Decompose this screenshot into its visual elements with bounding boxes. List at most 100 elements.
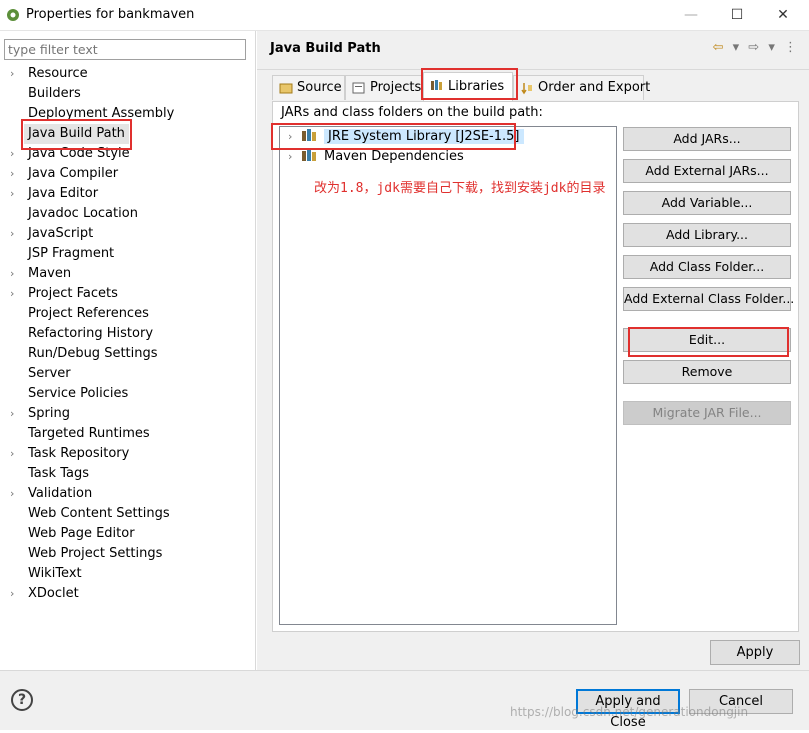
tree-item-label: XDoclet	[28, 586, 79, 601]
tree-item[interactable]: Javadoc Location	[28, 204, 138, 224]
tree-item[interactable]: Refactoring History	[28, 324, 153, 344]
order-export-icon	[521, 83, 532, 95]
title-bar: Properties for bankmaven — ☐ ✕	[0, 0, 809, 31]
java-build-path-panel: Java Build Path ⇦ ▾ ⇨ ▾ ⋮ Source Project…	[257, 31, 809, 670]
tree-item-label: Task Tags	[28, 466, 89, 481]
chevron-right-icon[interactable]: ›	[288, 147, 302, 167]
page-title: Java Build Path	[270, 41, 381, 56]
tree-item[interactable]: Web Page Editor	[28, 524, 135, 544]
tree-item[interactable]: › Java Editor	[10, 184, 99, 204]
chevron-right-icon[interactable]: ›	[10, 184, 22, 204]
chevron-right-icon[interactable]: ›	[10, 224, 22, 244]
chevron-right-icon[interactable]: ›	[10, 64, 22, 84]
migrate-jar-button[interactable]: Migrate JAR File...	[623, 401, 791, 425]
highlight-box-libraries-tab	[421, 68, 518, 100]
tree-item-label: Project Facets	[28, 286, 118, 301]
tree-item-label: Validation	[28, 486, 93, 501]
tree-item-label: Javadoc Location	[28, 206, 138, 221]
dialog-button-bar: ? Apply and Close Cancel https://blog.cs…	[0, 670, 809, 730]
tree-item-label: Spring	[28, 406, 70, 421]
forward-arrow-icon[interactable]: ⇨	[748, 40, 759, 55]
chevron-right-icon[interactable]: ›	[10, 284, 22, 304]
library-icon	[302, 149, 316, 161]
tab-projects[interactable]: Projects	[345, 75, 423, 100]
header-divider	[257, 69, 809, 70]
chevron-right-icon[interactable]: ›	[10, 584, 22, 604]
remove-button[interactable]: Remove	[623, 360, 791, 384]
back-menu-icon[interactable]: ▾	[733, 40, 740, 55]
tree-item[interactable]: › Java Compiler	[10, 164, 119, 184]
add-jars-button[interactable]: Add JARs...	[623, 127, 791, 151]
tree-item-label: Web Content Settings	[28, 506, 170, 521]
tree-item-label: Targeted Runtimes	[28, 426, 150, 441]
highlight-box-edit	[628, 327, 789, 357]
tree-item[interactable]: › Task Repository	[10, 444, 130, 464]
close-button[interactable]: ✕	[760, 0, 806, 31]
tree-item[interactable]: › Maven	[10, 264, 71, 284]
forward-menu-icon[interactable]: ▾	[768, 40, 775, 55]
tree-item-label: Task Repository	[28, 446, 130, 461]
tree-item-label: Service Policies	[28, 386, 129, 401]
apply-button[interactable]: Apply	[710, 640, 800, 665]
tree-item[interactable]: › Spring	[10, 404, 70, 424]
list-item-maven-dependencies[interactable]: › Maven Dependencies	[288, 147, 464, 167]
tree-item[interactable]: › Resource	[10, 64, 88, 84]
chevron-right-icon[interactable]: ›	[10, 444, 22, 464]
filter-input[interactable]	[4, 39, 246, 60]
maximize-button[interactable]: ☐	[714, 0, 760, 31]
add-external-class-folder-button[interactable]: Add External Class Folder...	[623, 287, 794, 311]
tree-item-label: Web Page Editor	[28, 526, 135, 541]
tab-source[interactable]: Source	[272, 75, 345, 100]
add-external-jars-button[interactable]: Add External JARs...	[623, 159, 791, 183]
tree-item-label: Server	[28, 366, 71, 381]
tree-item-label: Web Project Settings	[28, 546, 163, 561]
tree-item-label: JSP Fragment	[28, 246, 115, 261]
highlight-box-java-build-path	[21, 119, 132, 150]
back-arrow-icon[interactable]: ⇦	[713, 40, 724, 55]
tree-item[interactable]: › Validation	[10, 484, 93, 504]
tree-item[interactable]: Server	[28, 364, 71, 384]
chevron-right-icon[interactable]: ›	[10, 164, 22, 184]
tree-item-label: WikiText	[28, 566, 82, 581]
watermark: https://blog.csdn.net/generationdongjin	[510, 705, 749, 719]
tree-item[interactable]: Builders	[28, 84, 81, 104]
tree-item[interactable]: › XDoclet	[10, 584, 79, 604]
add-variable-button[interactable]: Add Variable...	[623, 191, 791, 215]
chevron-right-icon[interactable]: ›	[10, 404, 22, 424]
tree-item[interactable]: WikiText	[28, 564, 82, 584]
history-nav: ⇦ ▾ ⇨ ▾ ⋮	[708, 40, 797, 58]
tree-item[interactable]: Run/Debug Settings	[28, 344, 158, 364]
tree-item[interactable]: Project References	[28, 304, 149, 324]
tree-item-label: Refactoring History	[28, 326, 154, 341]
highlight-box-jre-entry	[271, 123, 516, 150]
window-title: Properties for bankmaven	[26, 7, 195, 22]
add-class-folder-button[interactable]: Add Class Folder...	[623, 255, 791, 279]
projects-icon	[352, 82, 365, 94]
add-library-button[interactable]: Add Library...	[623, 223, 791, 247]
tree-item[interactable]: Task Tags	[28, 464, 89, 484]
tree-item[interactable]: Targeted Runtimes	[28, 424, 150, 444]
tree-item[interactable]: Web Content Settings	[28, 504, 170, 524]
view-menu-icon[interactable]: ⋮	[784, 40, 797, 55]
tree-item[interactable]: › JavaScript	[10, 224, 94, 244]
entry-label: Maven Dependencies	[324, 149, 464, 164]
tree-item[interactable]: Web Project Settings	[28, 544, 162, 564]
help-icon[interactable]: ?	[11, 689, 33, 711]
tab-order-export[interactable]: Order and Export	[513, 75, 650, 100]
build-path-entries-list[interactable]: › JRE System Library [J2SE-1.5] › Maven De…	[279, 126, 617, 625]
tree-item-label: Java Compiler	[28, 166, 119, 181]
chevron-right-icon[interactable]: ›	[10, 264, 22, 284]
tree-item[interactable]: JSP Fragment	[28, 244, 114, 264]
property-categories-panel: ›ResourceBuildersDeployment AssemblyJava…	[0, 31, 256, 670]
annotation-text: 改为1.8，jdk需要自己下载，找到安装jdk的目录	[314, 181, 606, 196]
tree-item-label: Java Editor	[28, 186, 99, 201]
tree-item-label: Builders	[28, 86, 81, 101]
jar-list-label: JARs and class folders on the build path…	[281, 105, 543, 120]
eclipse-gear-icon	[7, 9, 19, 21]
minimize-button[interactable]: —	[668, 0, 714, 31]
tree-item[interactable]: › Project Facets	[10, 284, 118, 304]
chevron-right-icon[interactable]: ›	[10, 484, 22, 504]
tree-item-label: Project References	[28, 306, 149, 321]
tree-item-label: JavaScript	[28, 226, 94, 241]
tree-item[interactable]: Service Policies	[28, 384, 128, 404]
